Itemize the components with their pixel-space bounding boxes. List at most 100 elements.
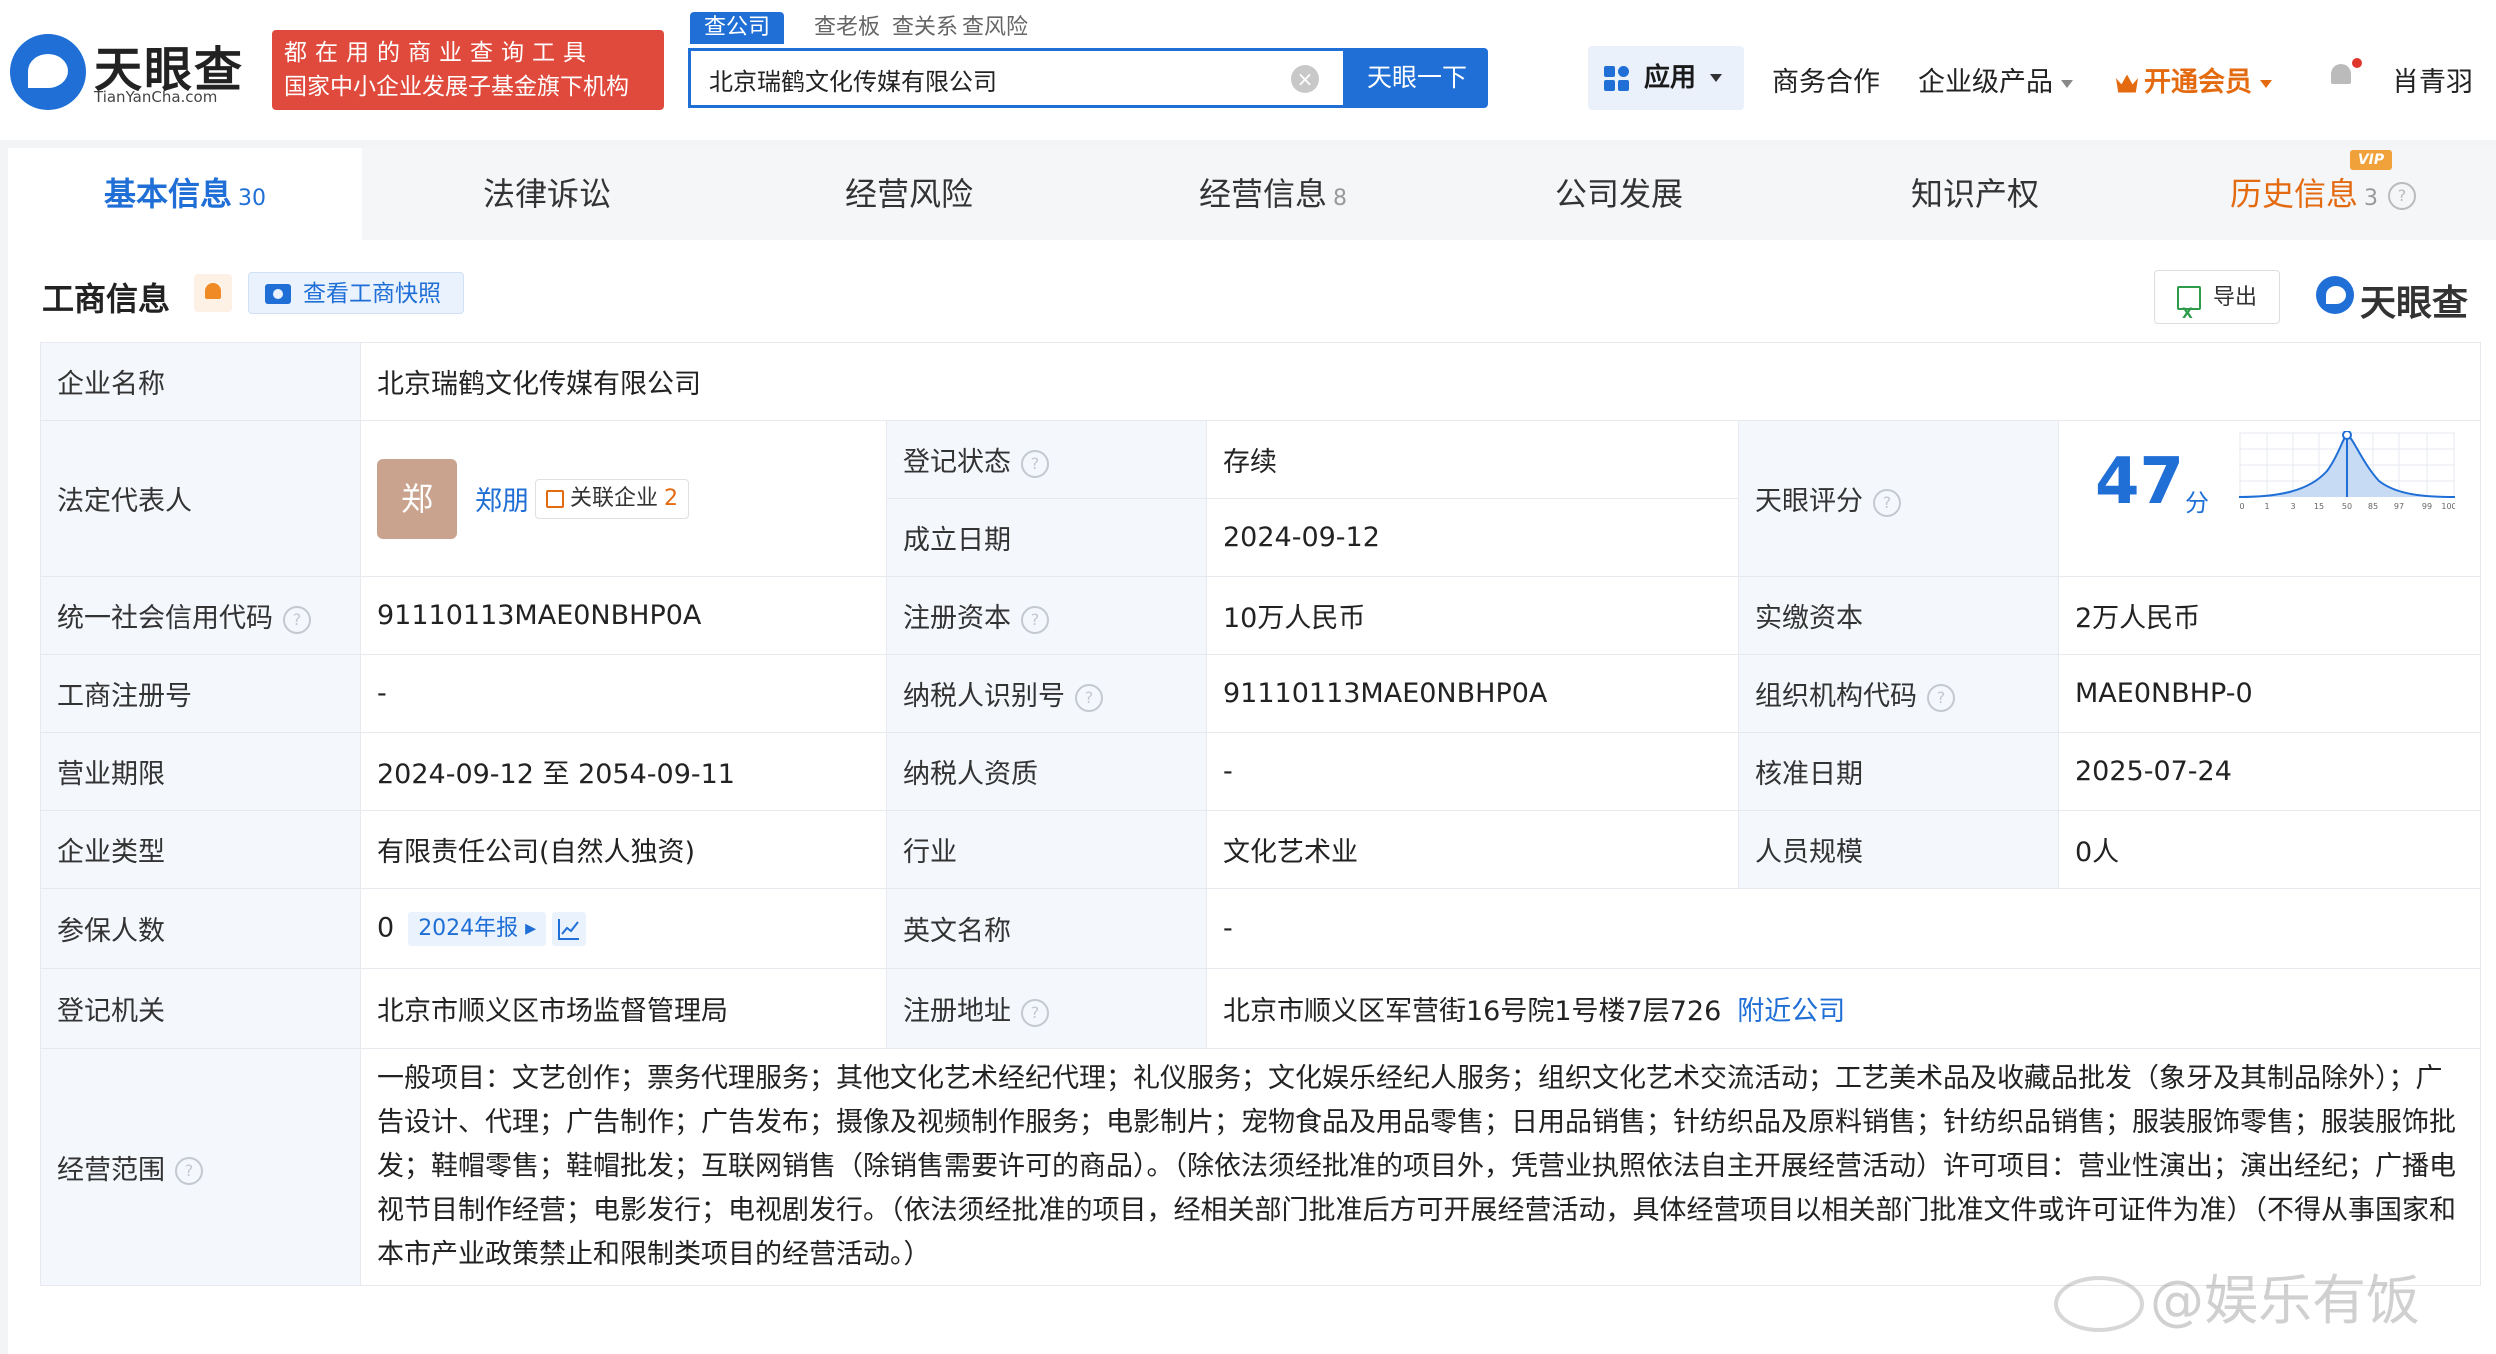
help-icon[interactable]: ? [175,1157,203,1185]
table-row: 企业名称 北京瑞鹤文化传媒有限公司 [40,342,2482,421]
top-header: 天眼查 TianYanCha.com 都在用的商业查询工具 国家中小企业发展子基… [0,0,2496,140]
company-tabs: 基本信息 30 法律诉讼 经营风险 经营信息 8 公司发展 知识产权 历史信息 3? [8,148,2496,240]
watermark-text: @娱乐有饭 [2150,1269,2420,1332]
help-icon[interactable]: ? [2388,182,2416,210]
excel-icon [2177,286,2201,341]
taxpayer-id-label: 纳税人识别号 [903,681,1065,712]
apps-label: 应用 [1644,63,1697,93]
legal-rep-label: 法定代表人 [40,420,361,577]
paid-capital-value: 2万人民币 [2057,576,2482,655]
tab-label: 经营风险 [844,175,973,213]
score-marker [2342,431,2352,440]
business-info-card: 工商信息 查看工商快照 导出 天眼查 企业名称 北京瑞鹤文化传媒有限公司 法定代… [8,240,2496,1354]
open-vip-menu[interactable]: 开通会员 [2116,60,2272,99]
authority-label: 登记机关 [40,968,361,1049]
tab-label: 基本信息 [103,175,232,213]
chevron-down-icon [1710,74,1722,82]
taxpayer-id-label-cell: 纳税人识别号? [886,654,1207,733]
search-tab-boss[interactable]: 查老板 [814,12,880,44]
enterprise-products-label: 企业级产品 [1918,67,2053,98]
snapshot-button[interactable]: 查看工商快照 [248,272,464,314]
tick-label: 99 [2422,502,2432,511]
tab-basic-info[interactable]: 基本信息 30 [8,148,362,240]
related-label: 关联企业 [570,485,659,511]
tab-development[interactable]: 公司发展 [1434,148,1804,240]
section-title: 工商信息 [42,280,171,318]
help-icon[interactable]: ? [1873,488,1901,517]
industry-value: 文化艺术业 [1206,810,1739,889]
help-icon[interactable]: ? [1021,605,1049,634]
table-row: 企业类型 有限责任公司(自然人独资) 行业 文化艺术业 人员规模 0人 [40,810,2482,889]
help-icon[interactable]: ? [1021,449,1049,478]
clear-icon[interactable]: × [1291,65,1319,93]
search-button[interactable]: 天眼一下 [1346,48,1488,108]
nearby-companies-link[interactable]: 附近公司 [1737,996,1845,1027]
table-row: 法定代表人 郑郑朋 关联企业 2 登记状态? 存续 天眼评分? 47 分 0 1… [40,420,2482,577]
logo-mark-icon [10,34,86,110]
annual-report-link[interactable]: 2024年报 ▸ [408,911,547,946]
org-code-label: 组织机构代码 [1755,681,1917,712]
credit-code-label: 统一社会信用代码 [57,603,273,634]
address-label-cell: 注册地址? [886,968,1207,1049]
table-row: 统一社会信用代码? 91110113MAE0NBHP0A 注册资本? 10万人民… [40,576,2482,655]
tianyancha-logo[interactable]: 天眼查 TianYanCha.com [10,30,260,110]
tab-ip[interactable]: 知识产权 [1790,148,2160,240]
help-icon[interactable]: ? [1075,683,1103,712]
unread-dot [2352,58,2362,68]
weibo-icon [2054,1276,2144,1333]
notification-bell-icon[interactable] [2328,58,2362,90]
trend-chart-icon[interactable] [552,911,587,946]
tab-history[interactable]: 历史信息 3? [2158,148,2488,240]
reg-no-value: - [360,654,887,733]
camera-icon [265,284,291,304]
apps-menu[interactable]: 应用 [1588,46,1744,110]
tab-business-risk[interactable]: 经营风险 [724,148,1094,240]
export-button[interactable]: 导出 [2154,270,2280,341]
search-tab-risk[interactable]: 查风险 [962,12,1028,44]
taxpayer-id-value: 91110113MAE0NBHP0A [1206,654,1739,733]
tick-label: 50 [2342,502,2352,511]
search-box: × [688,48,1346,108]
apps-grid-icon [1604,66,1630,92]
insured-label: 参保人数 [40,888,361,969]
org-code-value: MAE0NBHP-0 [2057,654,2482,733]
reg-capital-label-cell: 注册资本? [886,576,1207,655]
slogan-banner: 都在用的商业查询工具 国家中小企业发展子基金旗下机构 [272,30,664,110]
legal-rep-name-link[interactable]: 郑朋 [475,486,529,517]
user-name[interactable]: 肖青羽 [2392,60,2473,99]
tab-label: 历史信息 [2229,175,2358,213]
address-value: 北京市顺义区军营街16号院1号楼7层726 [1223,996,1722,1027]
help-icon[interactable]: ? [1927,683,1955,712]
english-name-label: 英文名称 [886,888,1207,969]
search-input[interactable] [707,51,1291,107]
address-cell: 北京市顺义区军营街16号院1号楼7层726 附近公司 [1205,968,2482,1049]
reg-capital-label: 注册资本 [903,603,1011,634]
table-row: 营业期限 2024-09-12 至 2054-09-11 纳税人资质 - 核准日… [40,732,2482,811]
related-companies-tag[interactable]: 关联企业 2 [535,478,690,519]
avatar[interactable]: 郑 [377,458,457,539]
enterprise-products-menu[interactable]: 企业级产品 [1918,60,2073,99]
type-value: 有限责任公司(自然人独资) [360,810,887,889]
tab-count: 8 [1333,186,1347,211]
table-row: 参保人数 0 2024年报 ▸ 英文名称 - [40,888,2482,969]
business-cooperation-link[interactable]: 商务合作 [1772,60,1880,99]
company-name-label: 企业名称 [40,342,361,421]
search-tab-relation[interactable]: 查关系 [892,12,958,44]
crown-icon [2116,74,2138,93]
help-icon[interactable]: ? [283,605,311,634]
tax-qual-label: 纳税人资质 [886,732,1207,811]
tab-legal[interactable]: 法律诉讼 [362,148,732,240]
score-cell[interactable]: 47 分 0 1 3 15 50 85 97 99 10 [2057,420,2482,577]
table-row: 工商注册号 - 纳税人识别号? 91110113MAE0NBHP0A 组织机构代… [40,654,2482,733]
monitor-bell-icon[interactable] [194,274,232,312]
score-label-cell: 天眼评分? [1738,420,2059,577]
tick-label: 3 [2290,502,2295,511]
annual-report-label: 2024年报 [418,915,519,941]
help-icon[interactable]: ? [1021,998,1049,1027]
tab-operation-info[interactable]: 经营信息 8 [1088,148,1458,240]
insured-cell: 0 2024年报 ▸ [360,888,887,969]
tab-label: 法律诉讼 [482,175,611,213]
score-value: 47 [2095,445,2185,519]
scope-value: 一般项目：文艺创作；票务代理服务；其他文化艺术经纪代理；礼仪服务；文化娱乐经纪人… [359,1048,2482,1286]
search-tab-company[interactable]: 查公司 [690,12,785,44]
